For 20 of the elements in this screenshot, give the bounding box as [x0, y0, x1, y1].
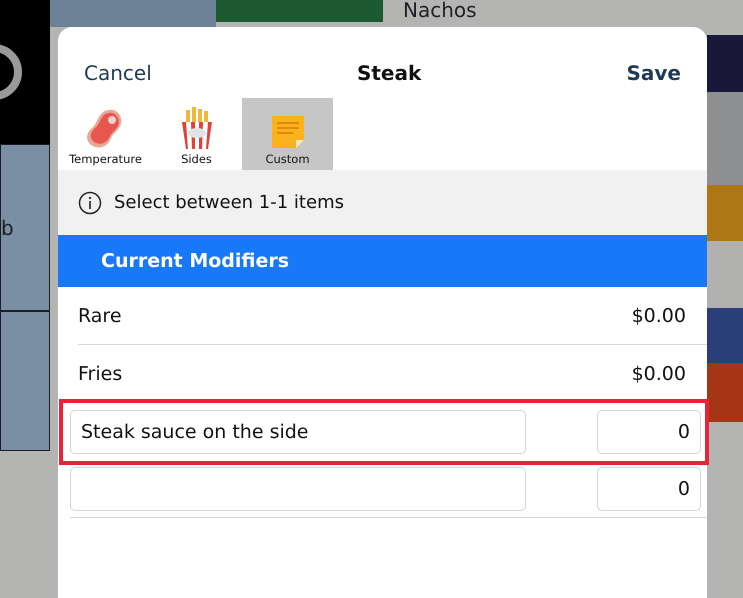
sticky-note-icon	[270, 114, 306, 150]
modifier-price: $0.00	[632, 362, 686, 384]
background-tile[interactable]: b	[0, 144, 50, 311]
dialog-title: Steak	[356, 61, 422, 85]
price-input-field[interactable]: 0	[597, 466, 701, 510]
save-button[interactable]: Save	[626, 61, 681, 85]
modifier-price: $0.00	[632, 304, 686, 326]
category-tab[interactable]: Custom	[242, 98, 333, 170]
info-text: Select between 1-1 items	[114, 192, 344, 213]
section-title: Current Modifiers	[101, 250, 290, 272]
tile-label: Nachos	[403, 0, 477, 20]
tile-label: b	[1, 218, 14, 238]
price-input-field[interactable]: 0	[597, 410, 701, 454]
cancel-button[interactable]: Cancel	[84, 61, 152, 85]
modifier-input-field[interactable]: Steak sauce on the side	[70, 410, 526, 454]
modifier-name: Fries	[78, 362, 122, 384]
category-tab[interactable]: Sides	[151, 98, 242, 170]
category-tab[interactable]: Temperature	[60, 98, 151, 170]
modifier-name: Rare	[78, 304, 122, 326]
info-icon	[78, 190, 102, 214]
